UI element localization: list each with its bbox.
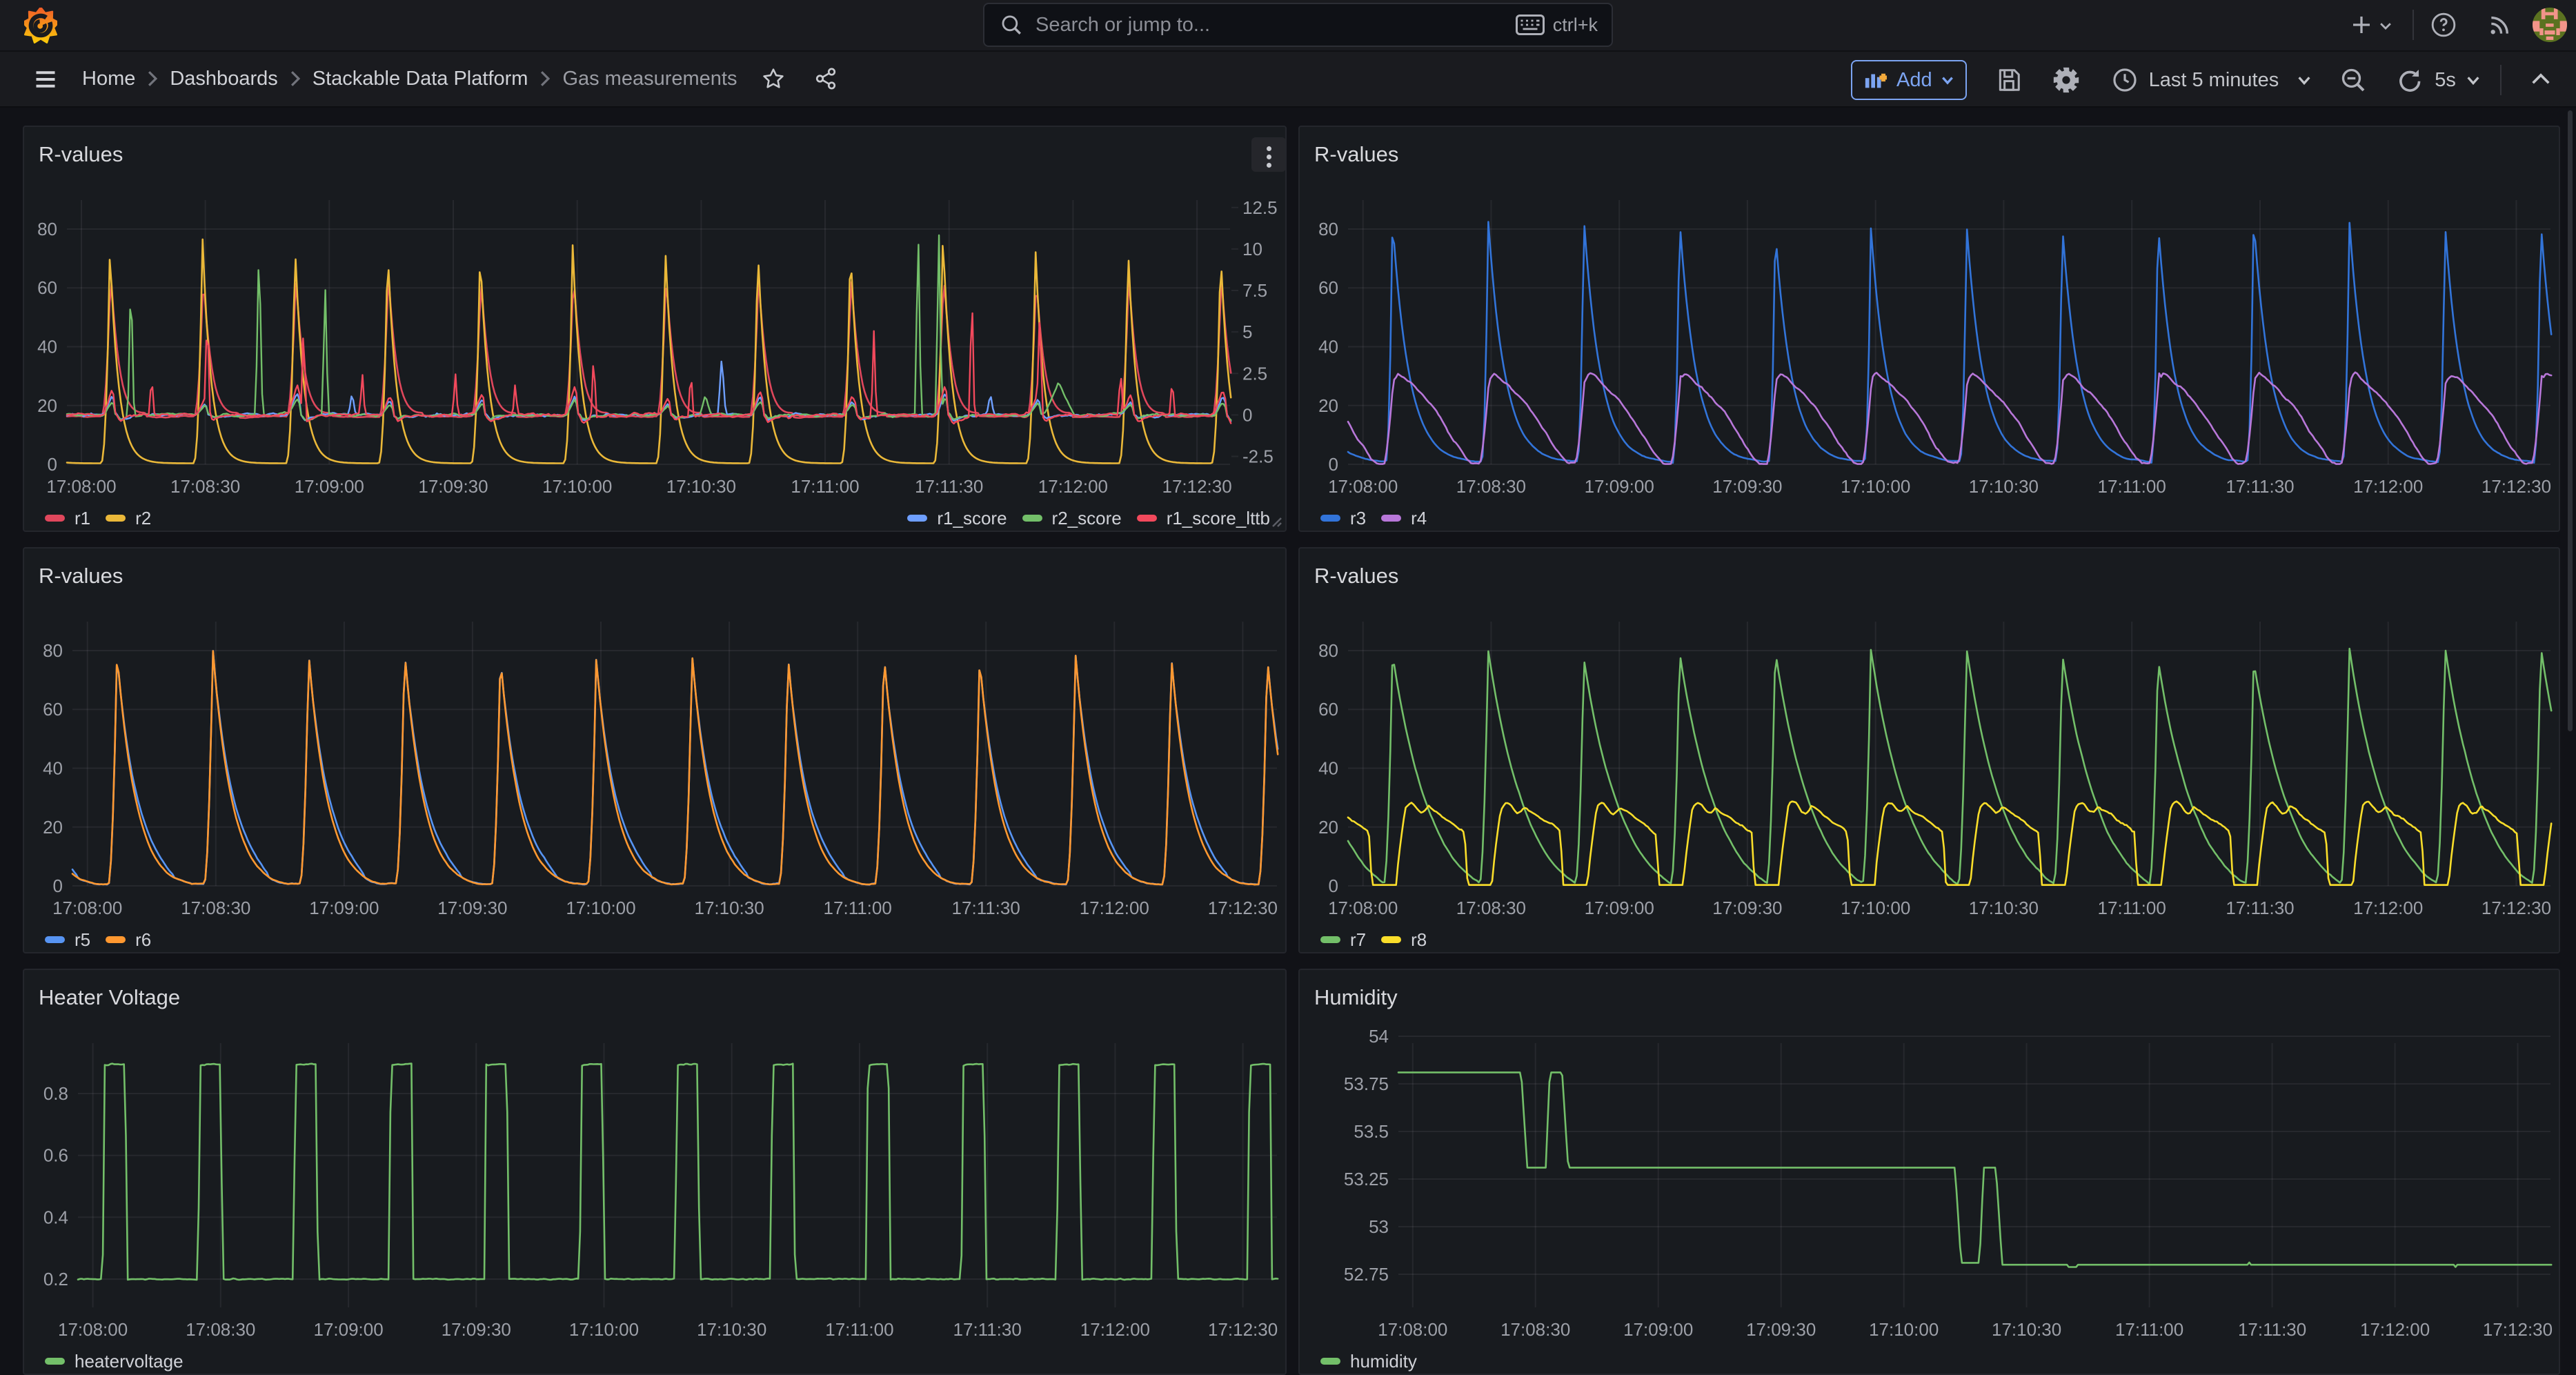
svg-text:17:10:30: 17:10:30 [1992,1319,2061,1340]
svg-text:17:08:00: 17:08:00 [1328,898,1398,918]
svg-text:17:12:00: 17:12:00 [1038,476,1108,497]
svg-text:17:08:30: 17:08:30 [1456,476,1526,497]
svg-text:17:12:00: 17:12:00 [2360,1319,2430,1340]
svg-text:17:09:30: 17:09:30 [1712,898,1782,918]
svg-text:17:10:30: 17:10:30 [694,898,764,918]
svg-text:60: 60 [1318,699,1338,720]
svg-text:40: 40 [43,758,63,779]
svg-text:17:12:30: 17:12:30 [1162,476,1231,497]
svg-text:17:11:30: 17:11:30 [952,898,1020,918]
svg-text:80: 80 [1318,640,1338,661]
svg-text:40: 40 [1318,758,1338,779]
svg-text:0: 0 [1242,404,1252,425]
svg-text:17:11:30: 17:11:30 [2238,1319,2306,1340]
svg-text:53.25: 53.25 [1344,1169,1389,1189]
svg-text:17:10:00: 17:10:00 [1869,1319,1939,1340]
svg-text:0: 0 [1329,876,1338,896]
svg-text:0.8: 0.8 [43,1083,68,1104]
svg-text:17:11:00: 17:11:00 [2098,476,2166,497]
svg-text:17:09:00: 17:09:00 [1623,1319,1693,1340]
svg-text:17:08:30: 17:08:30 [181,898,250,918]
svg-text:17:12:00: 17:12:00 [2353,476,2423,497]
svg-text:17:12:30: 17:12:30 [1208,1319,1278,1340]
svg-text:17:08:00: 17:08:00 [58,1319,128,1340]
svg-text:52.75: 52.75 [1344,1264,1389,1285]
svg-text:0.4: 0.4 [43,1207,68,1227]
svg-text:17:12:30: 17:12:30 [1208,898,1278,918]
svg-text:53.5: 53.5 [1354,1121,1389,1142]
svg-text:17:08:00: 17:08:00 [1328,476,1398,497]
svg-text:7.5: 7.5 [1242,280,1267,301]
svg-text:40: 40 [1318,337,1338,357]
svg-text:17:11:30: 17:11:30 [953,1319,1022,1340]
svg-text:17:10:00: 17:10:00 [542,476,612,497]
svg-text:17:10:00: 17:10:00 [1841,476,1910,497]
svg-text:17:10:30: 17:10:30 [666,476,736,497]
svg-text:54: 54 [1369,1026,1389,1047]
svg-text:60: 60 [43,699,63,720]
svg-text:-2.5: -2.5 [1242,446,1274,467]
svg-text:17:08:00: 17:08:00 [46,476,116,497]
svg-text:17:09:00: 17:09:00 [1585,898,1654,918]
svg-text:17:10:00: 17:10:00 [566,898,635,918]
svg-text:17:09:00: 17:09:00 [309,898,379,918]
svg-text:17:11:30: 17:11:30 [2226,898,2294,918]
svg-text:17:11:00: 17:11:00 [791,476,859,497]
svg-text:17:10:00: 17:10:00 [1841,898,1910,918]
svg-text:17:12:00: 17:12:00 [1080,898,1149,918]
svg-text:0: 0 [48,454,57,475]
svg-text:80: 80 [1318,219,1338,239]
svg-text:17:09:30: 17:09:30 [1712,476,1782,497]
svg-text:20: 20 [1318,395,1338,416]
svg-text:17:08:00: 17:08:00 [1378,1319,1447,1340]
svg-text:17:11:00: 17:11:00 [824,898,892,918]
svg-text:17:09:30: 17:09:30 [418,476,488,497]
svg-text:17:11:00: 17:11:00 [2115,1319,2183,1340]
svg-text:17:08:30: 17:08:30 [1500,1319,1570,1340]
svg-text:17:09:00: 17:09:00 [313,1319,383,1340]
svg-text:17:12:30: 17:12:30 [2481,476,2551,497]
svg-text:17:11:00: 17:11:00 [825,1319,893,1340]
svg-text:17:11:30: 17:11:30 [2226,476,2294,497]
svg-text:2.5: 2.5 [1242,363,1267,384]
svg-text:20: 20 [43,817,63,838]
svg-text:0: 0 [1329,454,1338,475]
svg-text:80: 80 [37,219,57,239]
svg-text:17:09:00: 17:09:00 [295,476,364,497]
svg-text:17:12:30: 17:12:30 [2481,898,2551,918]
svg-text:53.75: 53.75 [1344,1074,1389,1094]
svg-text:17:09:30: 17:09:30 [442,1319,511,1340]
svg-text:17:09:00: 17:09:00 [1585,476,1654,497]
svg-text:5: 5 [1242,322,1252,342]
svg-text:20: 20 [37,395,57,416]
svg-text:17:12:30: 17:12:30 [2483,1319,2553,1340]
svg-text:17:09:30: 17:09:30 [1746,1319,1816,1340]
svg-text:17:08:30: 17:08:30 [1456,898,1526,918]
svg-text:60: 60 [37,277,57,298]
svg-text:17:11:30: 17:11:30 [915,476,983,497]
svg-text:10: 10 [1242,239,1262,259]
svg-text:17:10:30: 17:10:30 [1969,898,2039,918]
svg-text:0: 0 [53,876,63,896]
svg-text:20: 20 [1318,817,1338,838]
svg-text:17:09:30: 17:09:30 [437,898,507,918]
svg-text:17:10:30: 17:10:30 [1969,476,2039,497]
svg-text:17:12:00: 17:12:00 [2353,898,2423,918]
svg-text:17:10:30: 17:10:30 [697,1319,766,1340]
svg-text:17:08:00: 17:08:00 [52,898,122,918]
svg-text:40: 40 [37,337,57,357]
svg-text:80: 80 [43,640,63,661]
svg-text:0.2: 0.2 [43,1269,68,1289]
svg-text:53: 53 [1369,1216,1389,1237]
svg-text:60: 60 [1318,277,1338,298]
svg-text:0.6: 0.6 [43,1145,68,1166]
svg-text:12.5: 12.5 [1242,197,1278,218]
svg-text:17:12:00: 17:12:00 [1080,1319,1150,1340]
svg-text:17:10:00: 17:10:00 [569,1319,639,1340]
svg-text:17:11:00: 17:11:00 [2098,898,2166,918]
svg-text:17:08:30: 17:08:30 [170,476,240,497]
svg-text:17:08:30: 17:08:30 [186,1319,255,1340]
